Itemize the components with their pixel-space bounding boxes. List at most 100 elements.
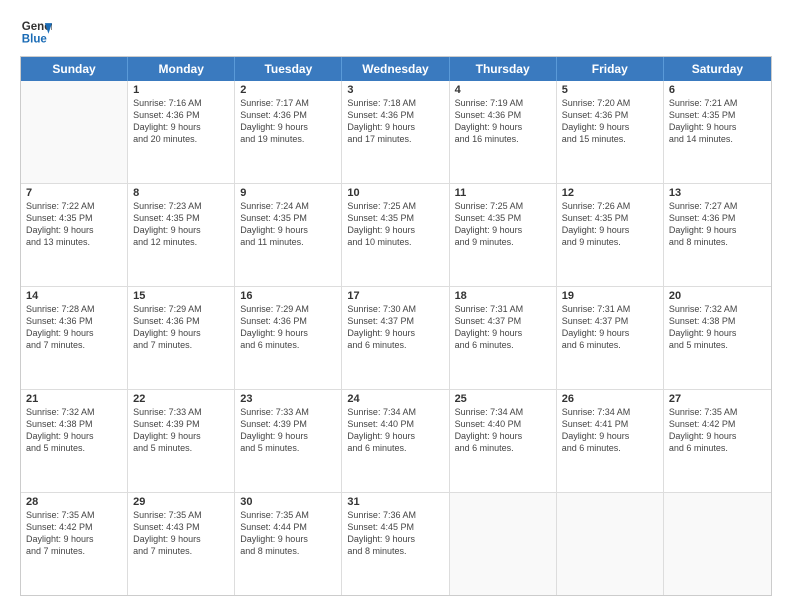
header: General Blue xyxy=(20,16,772,48)
weekday-header: Wednesday xyxy=(342,57,449,81)
day-number: 23 xyxy=(240,393,336,405)
weekday-header: Monday xyxy=(128,57,235,81)
calendar-cell: 28Sunrise: 7:35 AM Sunset: 4:42 PM Dayli… xyxy=(21,493,128,595)
day-info: Sunrise: 7:35 AM Sunset: 4:44 PM Dayligh… xyxy=(240,509,336,558)
calendar-cell: 7Sunrise: 7:22 AM Sunset: 4:35 PM Daylig… xyxy=(21,184,128,286)
day-info: Sunrise: 7:31 AM Sunset: 4:37 PM Dayligh… xyxy=(562,303,658,352)
day-info: Sunrise: 7:34 AM Sunset: 4:40 PM Dayligh… xyxy=(455,406,551,455)
day-number: 27 xyxy=(669,393,766,405)
calendar-cell: 31Sunrise: 7:36 AM Sunset: 4:45 PM Dayli… xyxy=(342,493,449,595)
calendar-cell: 9Sunrise: 7:24 AM Sunset: 4:35 PM Daylig… xyxy=(235,184,342,286)
day-number: 29 xyxy=(133,496,229,508)
day-info: Sunrise: 7:34 AM Sunset: 4:40 PM Dayligh… xyxy=(347,406,443,455)
calendar-cell: 29Sunrise: 7:35 AM Sunset: 4:43 PM Dayli… xyxy=(128,493,235,595)
calendar-row: 14Sunrise: 7:28 AM Sunset: 4:36 PM Dayli… xyxy=(21,287,771,390)
day-number: 3 xyxy=(347,84,443,96)
calendar-cell: 4Sunrise: 7:19 AM Sunset: 4:36 PM Daylig… xyxy=(450,81,557,183)
calendar-cell: 30Sunrise: 7:35 AM Sunset: 4:44 PM Dayli… xyxy=(235,493,342,595)
day-number: 12 xyxy=(562,187,658,199)
day-info: Sunrise: 7:18 AM Sunset: 4:36 PM Dayligh… xyxy=(347,97,443,146)
day-info: Sunrise: 7:34 AM Sunset: 4:41 PM Dayligh… xyxy=(562,406,658,455)
calendar-cell: 3Sunrise: 7:18 AM Sunset: 4:36 PM Daylig… xyxy=(342,81,449,183)
day-number: 31 xyxy=(347,496,443,508)
day-number: 14 xyxy=(26,290,122,302)
calendar-cell: 23Sunrise: 7:33 AM Sunset: 4:39 PM Dayli… xyxy=(235,390,342,492)
calendar-cell: 24Sunrise: 7:34 AM Sunset: 4:40 PM Dayli… xyxy=(342,390,449,492)
weekday-header: Thursday xyxy=(450,57,557,81)
day-info: Sunrise: 7:16 AM Sunset: 4:36 PM Dayligh… xyxy=(133,97,229,146)
calendar-cell: 22Sunrise: 7:33 AM Sunset: 4:39 PM Dayli… xyxy=(128,390,235,492)
day-number: 17 xyxy=(347,290,443,302)
calendar-row: 21Sunrise: 7:32 AM Sunset: 4:38 PM Dayli… xyxy=(21,390,771,493)
day-number: 21 xyxy=(26,393,122,405)
day-info: Sunrise: 7:35 AM Sunset: 4:43 PM Dayligh… xyxy=(133,509,229,558)
day-info: Sunrise: 7:31 AM Sunset: 4:37 PM Dayligh… xyxy=(455,303,551,352)
calendar-cell: 25Sunrise: 7:34 AM Sunset: 4:40 PM Dayli… xyxy=(450,390,557,492)
calendar-cell: 19Sunrise: 7:31 AM Sunset: 4:37 PM Dayli… xyxy=(557,287,664,389)
day-number: 26 xyxy=(562,393,658,405)
calendar-cell xyxy=(21,81,128,183)
day-info: Sunrise: 7:24 AM Sunset: 4:35 PM Dayligh… xyxy=(240,200,336,249)
day-info: Sunrise: 7:36 AM Sunset: 4:45 PM Dayligh… xyxy=(347,509,443,558)
day-number: 11 xyxy=(455,187,551,199)
day-number: 22 xyxy=(133,393,229,405)
day-info: Sunrise: 7:27 AM Sunset: 4:36 PM Dayligh… xyxy=(669,200,766,249)
day-info: Sunrise: 7:23 AM Sunset: 4:35 PM Dayligh… xyxy=(133,200,229,249)
calendar-cell xyxy=(450,493,557,595)
calendar-cell xyxy=(557,493,664,595)
day-info: Sunrise: 7:30 AM Sunset: 4:37 PM Dayligh… xyxy=(347,303,443,352)
day-info: Sunrise: 7:22 AM Sunset: 4:35 PM Dayligh… xyxy=(26,200,122,249)
calendar-cell: 12Sunrise: 7:26 AM Sunset: 4:35 PM Dayli… xyxy=(557,184,664,286)
day-info: Sunrise: 7:32 AM Sunset: 4:38 PM Dayligh… xyxy=(669,303,766,352)
day-number: 30 xyxy=(240,496,336,508)
calendar-cell: 20Sunrise: 7:32 AM Sunset: 4:38 PM Dayli… xyxy=(664,287,771,389)
calendar-header: SundayMondayTuesdayWednesdayThursdayFrid… xyxy=(21,57,771,81)
calendar-cell: 8Sunrise: 7:23 AM Sunset: 4:35 PM Daylig… xyxy=(128,184,235,286)
day-number: 2 xyxy=(240,84,336,96)
calendar-cell: 21Sunrise: 7:32 AM Sunset: 4:38 PM Dayli… xyxy=(21,390,128,492)
calendar-cell: 17Sunrise: 7:30 AM Sunset: 4:37 PM Dayli… xyxy=(342,287,449,389)
day-info: Sunrise: 7:35 AM Sunset: 4:42 PM Dayligh… xyxy=(26,509,122,558)
day-number: 15 xyxy=(133,290,229,302)
day-info: Sunrise: 7:21 AM Sunset: 4:35 PM Dayligh… xyxy=(669,97,766,146)
day-info: Sunrise: 7:33 AM Sunset: 4:39 PM Dayligh… xyxy=(240,406,336,455)
calendar-cell: 6Sunrise: 7:21 AM Sunset: 4:35 PM Daylig… xyxy=(664,81,771,183)
calendar-cell xyxy=(664,493,771,595)
day-info: Sunrise: 7:20 AM Sunset: 4:36 PM Dayligh… xyxy=(562,97,658,146)
day-number: 5 xyxy=(562,84,658,96)
day-number: 1 xyxy=(133,84,229,96)
day-info: Sunrise: 7:28 AM Sunset: 4:36 PM Dayligh… xyxy=(26,303,122,352)
calendar-cell: 2Sunrise: 7:17 AM Sunset: 4:36 PM Daylig… xyxy=(235,81,342,183)
calendar-row: 1Sunrise: 7:16 AM Sunset: 4:36 PM Daylig… xyxy=(21,81,771,184)
day-number: 7 xyxy=(26,187,122,199)
calendar-row: 7Sunrise: 7:22 AM Sunset: 4:35 PM Daylig… xyxy=(21,184,771,287)
day-number: 6 xyxy=(669,84,766,96)
calendar-body: 1Sunrise: 7:16 AM Sunset: 4:36 PM Daylig… xyxy=(21,81,771,595)
page: General Blue SundayMondayTuesdayWednesda… xyxy=(0,0,792,612)
calendar-cell: 15Sunrise: 7:29 AM Sunset: 4:36 PM Dayli… xyxy=(128,287,235,389)
calendar-cell: 5Sunrise: 7:20 AM Sunset: 4:36 PM Daylig… xyxy=(557,81,664,183)
calendar-cell: 1Sunrise: 7:16 AM Sunset: 4:36 PM Daylig… xyxy=(128,81,235,183)
day-number: 28 xyxy=(26,496,122,508)
day-info: Sunrise: 7:35 AM Sunset: 4:42 PM Dayligh… xyxy=(669,406,766,455)
day-number: 13 xyxy=(669,187,766,199)
weekday-header: Saturday xyxy=(664,57,771,81)
weekday-header: Sunday xyxy=(21,57,128,81)
day-number: 24 xyxy=(347,393,443,405)
calendar-cell: 10Sunrise: 7:25 AM Sunset: 4:35 PM Dayli… xyxy=(342,184,449,286)
day-info: Sunrise: 7:26 AM Sunset: 4:35 PM Dayligh… xyxy=(562,200,658,249)
day-info: Sunrise: 7:17 AM Sunset: 4:36 PM Dayligh… xyxy=(240,97,336,146)
day-number: 25 xyxy=(455,393,551,405)
day-number: 19 xyxy=(562,290,658,302)
weekday-header: Friday xyxy=(557,57,664,81)
logo: General Blue xyxy=(20,16,52,48)
calendar-cell: 13Sunrise: 7:27 AM Sunset: 4:36 PM Dayli… xyxy=(664,184,771,286)
day-info: Sunrise: 7:25 AM Sunset: 4:35 PM Dayligh… xyxy=(347,200,443,249)
calendar-cell: 14Sunrise: 7:28 AM Sunset: 4:36 PM Dayli… xyxy=(21,287,128,389)
weekday-header: Tuesday xyxy=(235,57,342,81)
day-number: 8 xyxy=(133,187,229,199)
calendar-cell: 27Sunrise: 7:35 AM Sunset: 4:42 PM Dayli… xyxy=(664,390,771,492)
day-number: 18 xyxy=(455,290,551,302)
day-number: 10 xyxy=(347,187,443,199)
day-info: Sunrise: 7:25 AM Sunset: 4:35 PM Dayligh… xyxy=(455,200,551,249)
